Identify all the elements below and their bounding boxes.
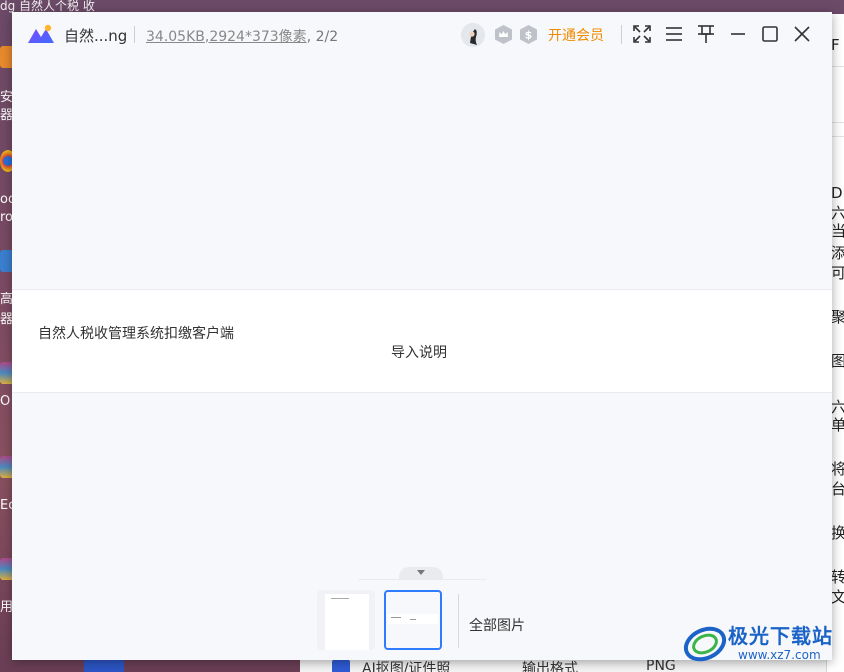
fullscreen-button[interactable]: [629, 21, 655, 47]
bg-app-text: 添: [831, 244, 844, 262]
displayed-image[interactable]: 自然人税收管理系统扣缴客户端 导入说明: [12, 289, 832, 393]
maximize-icon: [762, 26, 778, 42]
bg-app-text: 六: [831, 398, 844, 416]
bg-app-text: 当: [831, 222, 844, 240]
image-text-subtitle: 导入说明: [391, 345, 447, 361]
maximize-button[interactable]: [757, 21, 783, 47]
crown-badge-icon[interactable]: [494, 24, 513, 45]
all-images-link[interactable]: 全部图片: [469, 615, 525, 635]
thumbnail-page-1[interactable]: [317, 590, 375, 650]
pin-button[interactable]: [693, 21, 719, 47]
edit-icon: [332, 659, 350, 672]
title-divider: [134, 26, 135, 43]
watermark-logo-icon: [683, 626, 727, 662]
user-avatar[interactable]: [461, 23, 485, 47]
output-format-value[interactable]: PNG: [646, 658, 676, 672]
bg-app-text: 文: [831, 588, 844, 606]
thumbnail-strip-divider: [358, 579, 486, 580]
image-viewer-window: 自然...ng 34.05KB,2924*373像素, 2/2 $ 开通会员 自…: [12, 12, 832, 660]
collapse-thumbnails-button[interactable]: [399, 567, 443, 579]
bg-app-text: DI: [831, 184, 844, 202]
chevron-down-icon: [417, 570, 425, 575]
watermark-brand: 极光下载站: [728, 624, 833, 648]
menu-button[interactable]: [661, 21, 687, 47]
bg-app-text: 六: [831, 204, 844, 222]
image-text-title: 自然人税收管理系统扣缴客户端: [38, 326, 234, 342]
page-index: , 2/2: [306, 29, 339, 45]
dollar-badge-icon[interactable]: $: [519, 24, 538, 45]
file-dimensions[interactable]: ,2924*373像素: [205, 29, 307, 45]
bg-app-text: 单: [831, 416, 844, 434]
file-info: 34.05KB,2924*373像素, 2/2: [146, 26, 338, 46]
ai-cutout-label[interactable]: AI抠图/证件照: [362, 658, 450, 672]
thumbnail-preview: [388, 614, 438, 624]
site-watermark: 极光下载站 www.xz7.com: [680, 614, 844, 672]
thumbnail-page-2[interactable]: [384, 590, 442, 650]
bg-app-text: 台: [831, 480, 844, 498]
bg-app-text: 转: [831, 568, 844, 586]
title-bar[interactable]: 自然...ng 34.05KB,2924*373像素, 2/2 $ 开通会员: [12, 12, 832, 57]
minimize-icon: [731, 33, 745, 35]
menu-icon: [666, 27, 682, 41]
svg-text:$: $: [525, 29, 533, 42]
bg-app-text: 聚: [831, 308, 844, 326]
bg-app-text: 换: [831, 524, 844, 542]
minimize-button[interactable]: [725, 21, 751, 47]
fullscreen-icon: [633, 25, 651, 43]
close-icon: [794, 26, 810, 42]
open-vip-link[interactable]: 开通会员: [548, 25, 604, 45]
thumbnail-divider: [458, 594, 459, 648]
toolbar-divider: [621, 25, 622, 44]
app-logo-icon: [26, 23, 56, 45]
taskbar-tile: [84, 660, 124, 672]
file-size[interactable]: 34.05KB: [146, 29, 205, 45]
bg-app-text: 将: [831, 460, 844, 478]
file-name: 自然...ng: [64, 27, 128, 45]
bg-app-text: F: [831, 36, 840, 54]
close-button[interactable]: [789, 21, 815, 47]
bg-app-text: 可: [831, 264, 844, 282]
bg-app-text: 图: [831, 352, 844, 370]
watermark-url: www.xz7.com: [738, 648, 821, 662]
output-format-label: 输出格式: [522, 661, 578, 672]
pin-icon: [698, 25, 714, 43]
thumbnail-preview: [325, 594, 369, 650]
